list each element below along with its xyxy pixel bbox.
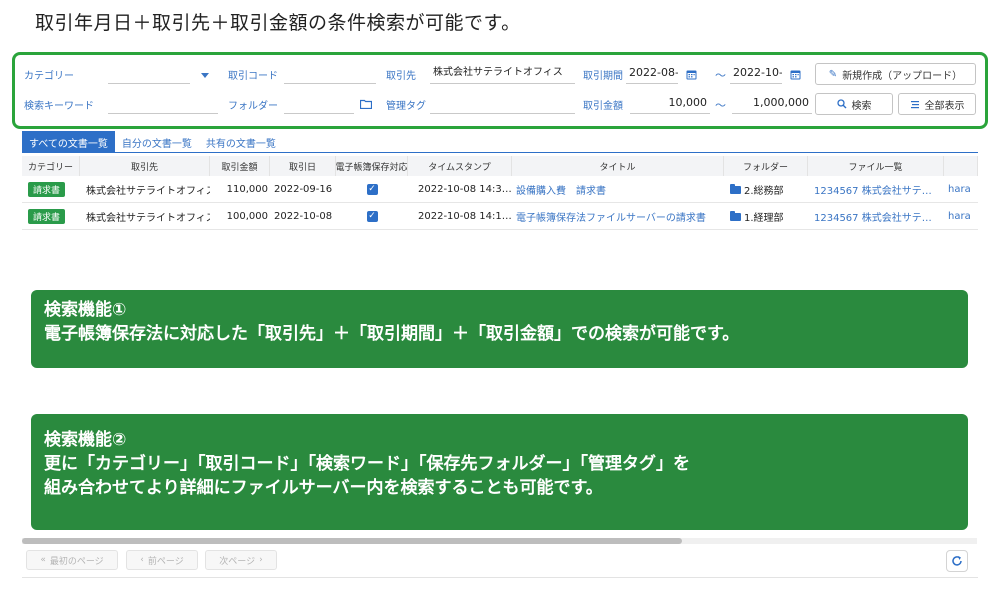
show-all-button[interactable]: 全部表示 <box>898 93 976 115</box>
compliant-checkbox[interactable]: ✓ <box>366 211 378 222</box>
folder-icon <box>730 183 741 194</box>
row-extra[interactable]: hara <box>944 204 978 229</box>
page-heading: 取引年月日＋取引先＋取引金額の条件検索が可能です。 <box>35 12 521 34</box>
tag-label: 管理タグ <box>386 101 426 112</box>
amount-separator: ～ <box>715 99 726 112</box>
tab-my-documents[interactable]: 自分の文書一覧 <box>115 131 199 153</box>
row-partner: 株式会社サテライトオフィス <box>86 186 210 197</box>
footer-divider <box>22 577 978 578</box>
callout-search-feature-1: 検索機能① 電子帳簿保存法に対応した「取引先」＋「取引期間」＋「取引金額」での検… <box>31 290 968 368</box>
table-row[interactable]: 請求書 株式会社サテライトオフィス 110,000 2022-09-16 ✓ 2… <box>22 177 978 203</box>
refresh-icon <box>952 556 962 566</box>
callout-2-text-1: 更に「カテゴリー」「取引コード」「検索ワード」「保存先フォルダー」「管理タグ」を <box>44 454 690 474</box>
row-folder: 2.総務部 <box>744 186 784 197</box>
trade-code-label: 取引コード <box>228 71 278 82</box>
prev-page-label: 前ページ <box>147 556 184 567</box>
double-chevron-left-icon: « <box>40 555 46 565</box>
tag-input[interactable] <box>430 92 575 114</box>
category-badge: 請求書 <box>28 209 66 224</box>
edit-icon: ✎ <box>828 68 838 80</box>
keyword-label: 検索キーワード <box>24 101 94 112</box>
col-compliant[interactable]: 電子帳簿保存対応 <box>336 156 408 176</box>
row-timestamp: 2022-10-08 14:1… <box>418 211 512 222</box>
row-title-link[interactable]: 電子帳簿保存法ファイルサーバーの請求書 <box>512 204 724 229</box>
col-date[interactable]: 取引日 <box>270 156 336 176</box>
col-timestamp[interactable]: タイムスタンプ <box>408 156 512 176</box>
callout-search-feature-2: 検索機能② 更に「カテゴリー」「取引コード」「検索ワード」「保存先フォルダー」「… <box>31 414 968 530</box>
callout-2-text-2: 組み合わせてより詳細にファイルサーバー内を検索することも可能です。 <box>44 478 603 498</box>
calendar-icon[interactable] <box>686 69 697 80</box>
category-select[interactable] <box>108 62 190 84</box>
callout-1-title: 検索機能① <box>44 300 127 320</box>
document-tabs: すべての文書一覧 自分の文書一覧 共有の文書一覧 <box>22 131 283 153</box>
table-row[interactable]: 請求書 株式会社サテライトオフィス 100,000 2022-10-08 ✓ 2… <box>22 204 978 230</box>
trade-code-input[interactable] <box>284 62 376 84</box>
first-page-button[interactable]: « 最初のページ <box>26 550 118 570</box>
partner-label: 取引先 <box>386 71 416 82</box>
scrollbar-thumb[interactable] <box>22 538 682 544</box>
col-folder[interactable]: フォルダー <box>724 156 808 176</box>
next-page-label: 次ページ <box>219 556 256 567</box>
row-extra[interactable]: hara <box>944 177 978 202</box>
row-amount: 100,000 <box>226 211 268 222</box>
calendar-icon[interactable] <box>790 69 801 80</box>
period-to-input[interactable]: 2022-10-( <box>730 62 782 84</box>
category-badge: 請求書 <box>28 182 66 197</box>
category-label: カテゴリー <box>24 71 74 82</box>
prev-page-button[interactable]: ‹ 前ページ <box>126 550 198 570</box>
search-button[interactable]: 検索 <box>815 93 893 115</box>
row-partner: 株式会社サテライトオフィス <box>86 213 210 224</box>
col-category[interactable]: カテゴリー <box>22 156 80 176</box>
chevron-right-icon: › <box>259 555 263 565</box>
tab-divider <box>22 152 978 153</box>
tab-all-documents[interactable]: すべての文書一覧 <box>22 131 115 153</box>
list-icon <box>910 100 919 108</box>
search-icon <box>836 99 846 109</box>
amount-label: 取引金額 <box>583 101 623 112</box>
col-title[interactable]: タイトル <box>512 156 724 176</box>
row-amount: 110,000 <box>226 184 268 195</box>
amount-from-input[interactable]: 10,000 <box>630 92 710 114</box>
horizontal-scrollbar[interactable] <box>22 538 977 544</box>
folder-icon <box>730 210 741 221</box>
refresh-button[interactable] <box>946 550 968 572</box>
callout-1-text: 電子帳簿保存法に対応した「取引先」＋「取引期間」＋「取引金額」での検索が可能です… <box>44 324 740 344</box>
show-all-button-label: 全部表示 <box>924 100 965 112</box>
callout-2-title: 検索機能② <box>44 430 127 450</box>
folder-input[interactable] <box>284 92 354 114</box>
row-date: 2022-10-08 <box>274 211 333 222</box>
row-title-link[interactable]: 設備購入費 請求書 <box>512 177 724 202</box>
period-from-input[interactable]: 2022-08-( <box>626 62 678 84</box>
partner-input[interactable]: 株式会社サテライトオフィス <box>430 62 575 84</box>
row-file-link[interactable]: 1234567 株式会社サテ… <box>808 204 944 229</box>
compliant-checkbox[interactable]: ✓ <box>366 184 378 195</box>
folder-label: フォルダー <box>228 101 278 112</box>
chevron-down-icon[interactable] <box>201 73 209 78</box>
col-extra <box>944 156 978 176</box>
row-date: 2022-09-16 <box>274 184 333 195</box>
search-button-label: 検索 <box>851 100 872 112</box>
amount-to-input[interactable]: 1,000,000 <box>732 92 812 114</box>
row-timestamp: 2022-10-08 14:3… <box>418 184 512 195</box>
period-label: 取引期間 <box>583 71 623 82</box>
folder-icon[interactable] <box>360 99 372 109</box>
col-files[interactable]: ファイル一覧 <box>808 156 944 176</box>
new-upload-button[interactable]: ✎ 新規作成（アップロード） <box>815 63 976 85</box>
table-header: カテゴリー 取引先 取引金額 取引日 電子帳簿保存対応 タイムスタンプ タイトル… <box>22 156 978 176</box>
tab-shared-documents[interactable]: 共有の文書一覧 <box>199 131 283 153</box>
chevron-left-icon: ‹ <box>140 555 144 565</box>
col-amount[interactable]: 取引金額 <box>210 156 270 176</box>
first-page-label: 最初のページ <box>49 556 104 567</box>
keyword-input[interactable] <box>108 92 218 114</box>
period-separator: ～ <box>715 69 726 82</box>
next-page-button[interactable]: 次ページ › <box>205 550 277 570</box>
row-file-link[interactable]: 1234567 株式会社サテ… <box>808 177 944 202</box>
col-partner[interactable]: 取引先 <box>80 156 210 176</box>
new-upload-button-label: 新規作成（アップロード） <box>842 70 963 82</box>
row-folder: 1.経理部 <box>744 213 784 224</box>
